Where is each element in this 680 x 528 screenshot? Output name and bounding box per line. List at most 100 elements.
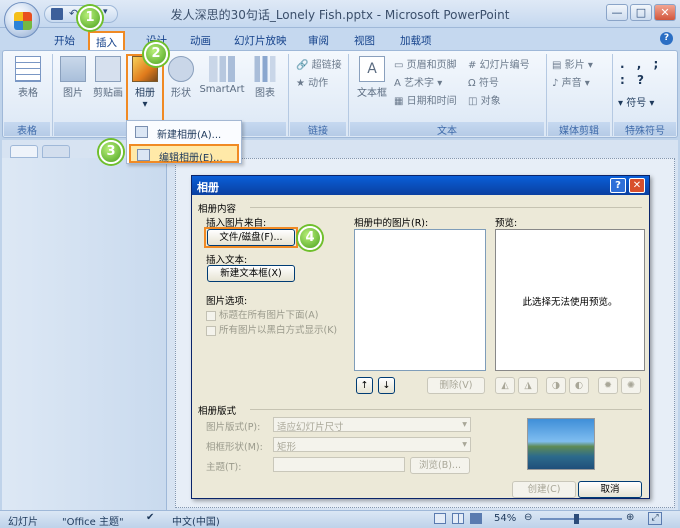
picture-options-label: 图片选项: — [206, 296, 248, 307]
picture-label: 图片 — [63, 88, 83, 99]
brightness-down-icon: ✺ — [627, 380, 635, 391]
slide-number-button[interactable]: # 幻灯片编号 — [468, 56, 530, 71]
contrast-down-button[interactable]: ◐ — [569, 377, 589, 394]
dialog-help-button[interactable]: ? — [610, 178, 626, 193]
sound-button[interactable]: ♪ 声音 ▾ — [552, 74, 590, 89]
new-album-icon — [135, 126, 148, 138]
datetime-button[interactable]: ▦ 日期和时间 — [394, 92, 457, 107]
slideshow-view-icon[interactable] — [470, 513, 482, 524]
zoom-in-icon[interactable]: ⊕ — [626, 512, 634, 523]
frame-shape-select[interactable]: 矩形 ▾ — [273, 437, 471, 453]
office-button[interactable] — [4, 2, 40, 38]
slides-tab-icon[interactable] — [10, 145, 38, 158]
brightness-down-button[interactable]: ✺ — [621, 377, 641, 394]
smartart-button[interactable]: SmartArt — [198, 56, 246, 95]
special-symbol-button[interactable]: ▾ 符号 ▾ — [618, 94, 654, 109]
table-button[interactable]: 表格 — [10, 56, 46, 99]
tab-review[interactable]: 审阅 — [302, 31, 335, 50]
special-symbol-icon: ▾ — [618, 98, 624, 109]
rotate-left-button[interactable]: ◭ — [495, 377, 515, 394]
dialog-title: 相册 — [192, 176, 649, 195]
special-chars[interactable]: . , ; : ? — [620, 56, 672, 88]
brightness-up-button[interactable]: ✹ — [598, 377, 618, 394]
picture-button[interactable]: 图片 — [56, 56, 90, 99]
table-label: 表格 — [18, 88, 38, 99]
qat-dropdown-icon[interactable]: ▾ — [103, 7, 108, 17]
zoom-out-icon[interactable]: ⊖ — [524, 512, 532, 523]
wordart-icon: A — [394, 78, 401, 89]
shapes-button[interactable]: 形状 — [166, 56, 196, 99]
save-icon[interactable] — [51, 8, 63, 20]
tab-view[interactable]: 视图 — [348, 31, 381, 50]
clipart-button[interactable]: 剪贴画 — [90, 56, 126, 99]
contrast-up-button[interactable]: ◑ — [546, 377, 566, 394]
pane-tabs[interactable] — [10, 145, 85, 159]
menu-item-edit-album[interactable]: 编辑相册(E)... — [129, 144, 239, 164]
rotate-left-icon: ◭ — [501, 380, 509, 391]
divider — [250, 207, 642, 208]
zoom-slider-handle[interactable] — [574, 514, 579, 524]
group-tables-label: 表格 — [4, 122, 50, 137]
wordart-button[interactable]: A 艺术字 ▾ — [394, 74, 442, 89]
dialog-close-button[interactable]: ✕ — [629, 178, 645, 193]
slides-pane[interactable] — [2, 158, 167, 510]
minimize-button[interactable]: — — [606, 4, 628, 21]
move-up-button[interactable]: ↑ — [356, 377, 373, 394]
shapes-label: 形状 — [171, 88, 191, 99]
caption-below-checkbox[interactable]: 标题在所有图片下面(A) — [206, 307, 318, 321]
checkbox-icon — [206, 325, 216, 336]
chevron-down-icon: ▾ — [462, 419, 467, 430]
header-footer-button[interactable]: ▭ 页眉和页脚 — [394, 56, 457, 71]
outline-tab-icon[interactable] — [42, 145, 70, 158]
remove-button[interactable]: 删除(V) — [427, 377, 485, 394]
browse-button[interactable]: 浏览(B)... — [410, 457, 470, 474]
move-down-button[interactable]: ↓ — [378, 377, 395, 394]
omega-icon: Ω — [468, 78, 476, 89]
tab-insert[interactable]: 插入 — [88, 31, 125, 50]
tab-addins[interactable]: 加载项 — [394, 31, 438, 50]
contrast-down-icon: ◐ — [574, 380, 584, 391]
album-pictures-list[interactable] — [354, 229, 486, 371]
tab-animations[interactable]: 动画 — [184, 31, 217, 50]
undo-icon[interactable]: ↶ — [69, 7, 78, 20]
tab-home[interactable]: 开始 — [48, 31, 81, 50]
action-button[interactable]: ★ 动作 — [296, 74, 328, 89]
slide-sorter-icon[interactable] — [452, 513, 464, 524]
movie-button[interactable]: ▤ 影片 ▾ — [552, 56, 593, 71]
hyperlink-button[interactable]: 🔗 超链接 — [296, 56, 342, 71]
spellcheck-icon[interactable]: ✔ — [146, 512, 154, 523]
chart-button[interactable]: 图表 — [248, 56, 282, 99]
cancel-button[interactable]: 取消 — [578, 481, 642, 498]
close-button[interactable]: ✕ — [654, 4, 676, 21]
maximize-button[interactable]: □ — [630, 4, 652, 21]
create-button[interactable]: 创建(C) — [512, 481, 576, 498]
smartart-icon — [209, 56, 235, 82]
new-textbox-button[interactable]: 新建文本框(X) — [207, 265, 295, 282]
tab-slideshow[interactable]: 幻灯片放映 — [228, 31, 293, 50]
preview-message: 此选择无法使用预览。 — [522, 297, 618, 308]
object-button[interactable]: ◫ 对象 — [468, 92, 501, 107]
textbox-label: 文本框 — [357, 88, 387, 99]
group-media-label: 媒体剪辑 — [548, 122, 610, 137]
slide-status: 幻灯片 — [8, 517, 38, 528]
group-separator — [348, 54, 349, 136]
sound-label: 声音 — [561, 78, 582, 89]
caption-below-label: 标题在所有图片下面(A) — [219, 310, 319, 321]
zoom-slider[interactable] — [540, 518, 622, 520]
picture-layout-select[interactable]: 适应幻灯片尺寸 ▾ — [273, 417, 471, 433]
group-separator — [612, 54, 613, 136]
header-footer-label: 页眉和页脚 — [406, 60, 457, 71]
normal-view-icon[interactable] — [434, 513, 446, 524]
help-icon[interactable]: ? — [660, 32, 673, 45]
step-badge-2: 2 — [144, 42, 168, 66]
symbol-button[interactable]: Ω 符号 — [468, 74, 499, 89]
all-bw-checkbox[interactable]: 所有图片以黑白方式显示(K) — [206, 322, 337, 336]
fit-window-icon[interactable]: ⤢ — [648, 512, 662, 525]
rotate-right-button[interactable]: ◮ — [518, 377, 538, 394]
status-bar: 幻灯片 "Office 主题" ✔ 中文(中国) 54% ⊖ ⊕ ⤢ — [0, 510, 680, 528]
theme-input[interactable] — [273, 457, 405, 472]
menu-item-new-album[interactable]: 新建相册(A)... — [129, 123, 239, 142]
frame-shape-value: 矩形 — [277, 442, 297, 453]
zoom-level[interactable]: 54% — [494, 513, 516, 524]
textbox-button[interactable]: A 文本框 — [354, 56, 390, 99]
